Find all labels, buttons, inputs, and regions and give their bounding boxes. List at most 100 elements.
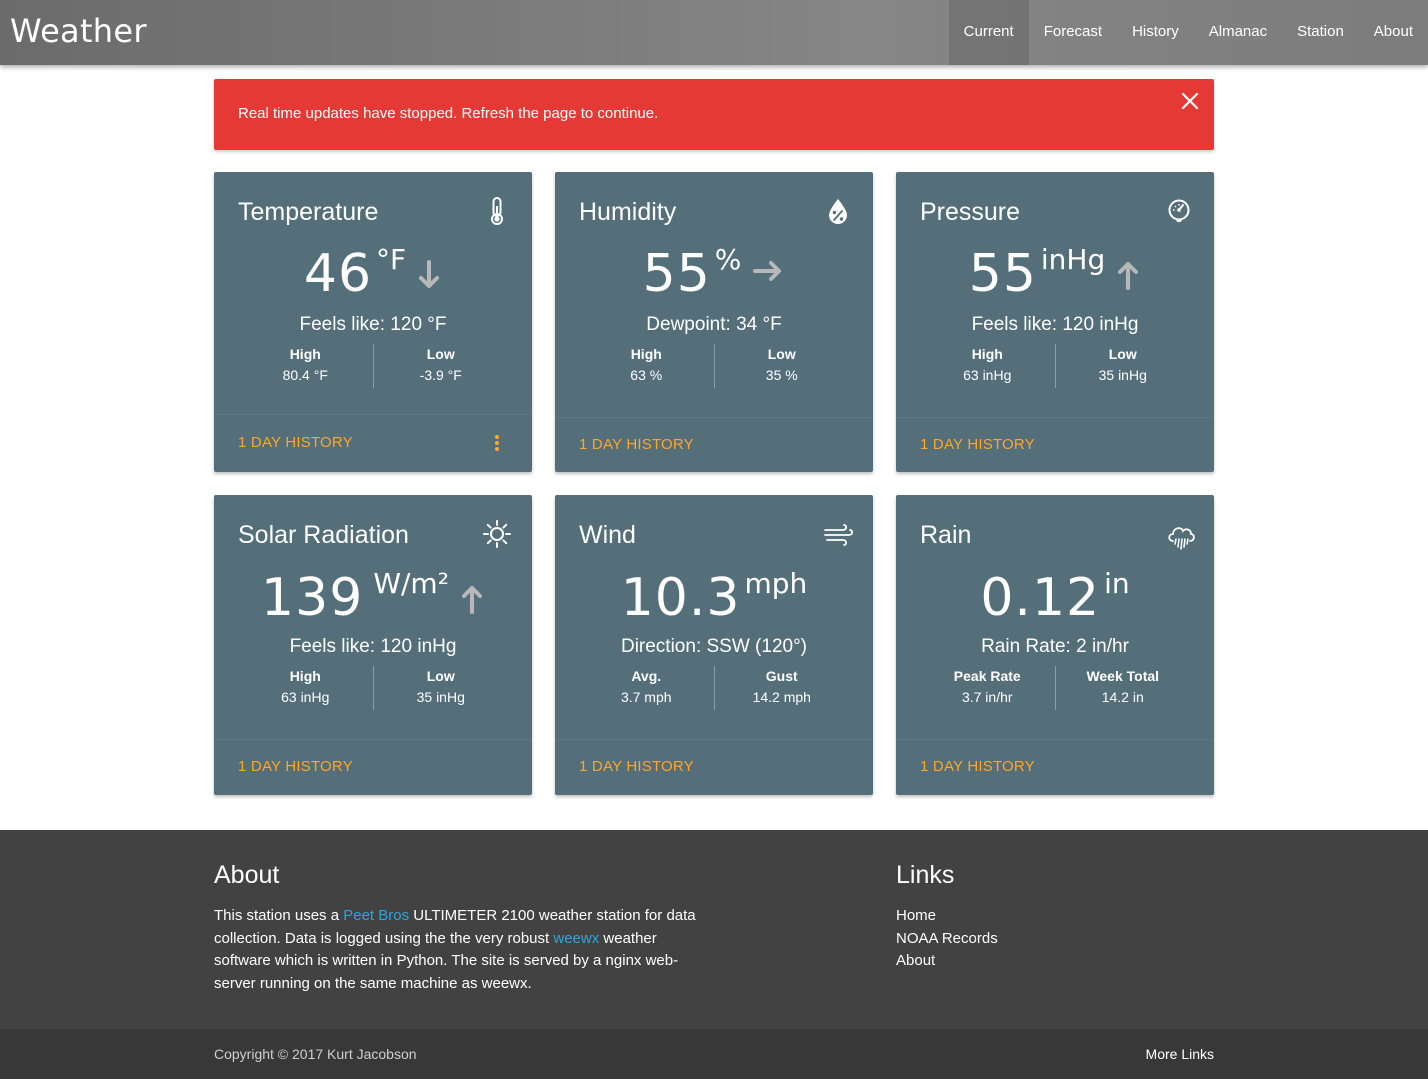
stat-label: High	[289, 668, 321, 684]
stat-week-total: Week Total 14.2 in	[1054, 666, 1191, 710]
solar-radiation-card: Solar Radiation 139 W/m² Feels like: 120…	[214, 495, 532, 795]
reading-value: 139	[261, 568, 364, 628]
reading: 10.3 mph	[555, 566, 873, 630]
card-footer: 1 DAY HISTORY	[555, 417, 873, 472]
card-title: Temperature	[238, 198, 379, 226]
wind-direction: Direction: SSW (120°)	[620, 636, 808, 657]
nav-links: Current Forecast History Almanac Station…	[948, 0, 1428, 65]
arrow-right-icon	[753, 261, 782, 281]
stat-low: Low -3.9 °F	[372, 344, 509, 388]
stat-high: High 80.4 °F	[238, 344, 373, 388]
stat-label: Low	[767, 346, 796, 362]
nav-item-history[interactable]: History	[1117, 0, 1194, 65]
stat-gust: Gust 14.2 mph	[713, 666, 850, 710]
card-footer: 1 DAY HISTORY	[896, 739, 1214, 795]
about-heading: About	[214, 861, 280, 889]
stat-value: 3.7 mph	[620, 689, 672, 705]
page-footer: About This station uses a Peet Bros ULTI…	[0, 830, 1428, 1029]
stat-low: Low 35 inHg	[372, 666, 509, 710]
footer-link-home[interactable]: Home	[896, 905, 998, 928]
gauge-icon	[1168, 199, 1190, 222]
footer-link-noaa-records[interactable]: NOAA Records	[896, 928, 998, 951]
copyright: Copyright © 2017 Kurt Jacobson	[214, 1046, 417, 1062]
stat-value: 80.4 °F	[282, 367, 328, 383]
card-footer: 1 DAY HISTORY	[896, 417, 1214, 472]
stat-value: 35 %	[765, 367, 798, 383]
navbar: Weather Current Forecast History Almanac…	[0, 0, 1428, 65]
stat-high: High 63 inHg	[238, 666, 373, 710]
reading-unit: mph	[744, 567, 808, 600]
nav-item-station[interactable]: Station	[1282, 0, 1359, 65]
footer-link-about[interactable]: About	[896, 950, 998, 973]
stat-value: 14.2 mph	[752, 689, 811, 705]
feels-like: Feels like: 120 inHg	[971, 314, 1139, 335]
stat-value: 63 inHg	[281, 689, 330, 705]
about-text-part: This station uses a	[214, 907, 344, 924]
stat-low: Low 35 inHg	[1054, 344, 1191, 388]
reading-value: 55	[642, 244, 711, 304]
reading: 0.12 in	[896, 566, 1214, 630]
nav-item-almanac[interactable]: Almanac	[1194, 0, 1282, 65]
reading-value: 10.3	[620, 568, 741, 628]
rain-card: Rain 0.12 in Rain Rate: 2 in/hr Peak Rat…	[896, 495, 1214, 795]
thermometer-icon	[491, 197, 503, 225]
history-link[interactable]: 1 DAY HISTORY	[920, 436, 1035, 453]
reading: 46 °F	[214, 242, 532, 306]
stats: High 63 % Low 35 %	[579, 344, 849, 388]
arrow-up-icon	[1118, 262, 1139, 290]
weewx-link[interactable]: weewx	[553, 930, 599, 947]
history-link[interactable]: 1 DAY HISTORY	[238, 434, 353, 451]
reading-unit: in	[1104, 567, 1130, 600]
card-footer: 1 DAY HISTORY	[555, 739, 873, 795]
rain-cloud-icon	[1168, 527, 1195, 550]
stats: High 80.4 °F Low -3.9 °F	[238, 344, 508, 388]
reading: 55 %	[555, 242, 873, 306]
card-title: Solar Radiation	[238, 521, 409, 549]
rain-rate: Rain Rate: 2 in/hr	[981, 636, 1129, 657]
alert-message: Real time updates have stopped. Refresh …	[238, 105, 659, 122]
stat-label: Gust	[765, 668, 798, 684]
stats: Avg. 3.7 mph Gust 14.2 mph	[579, 666, 849, 710]
feels-like: Feels like: 120 inHg	[289, 636, 457, 657]
humidity-card: Humidity 55 % Dewpoint: 34 °F High 63 % …	[555, 172, 873, 472]
reading-value: 0.12	[980, 568, 1101, 628]
nav-item-forecast[interactable]: Forecast	[1029, 0, 1117, 65]
footer-links: Home NOAA Records About	[896, 905, 998, 973]
stat-value: 63 %	[630, 367, 663, 383]
stat-value: 63 inHg	[963, 367, 1012, 383]
stat-label: Week Total	[1086, 668, 1160, 684]
stat-value: 3.7 in/hr	[961, 689, 1013, 705]
card-title: Humidity	[579, 198, 677, 226]
more-links-link[interactable]: More Links	[1146, 1046, 1214, 1062]
stat-value: 14.2 in	[1101, 689, 1144, 705]
reading: 55 inHg	[896, 242, 1214, 306]
history-link[interactable]: 1 DAY HISTORY	[579, 436, 694, 453]
peet-bros-link[interactable]: Peet Bros	[343, 907, 409, 924]
stat-label: Low	[426, 668, 455, 684]
reading-value: 46	[303, 244, 373, 304]
nav-item-about[interactable]: About	[1359, 0, 1428, 65]
stats: High 63 inHg Low 35 inHg	[920, 344, 1190, 388]
reading-value: 55	[968, 244, 1037, 304]
nav-item-current[interactable]: Current	[948, 0, 1029, 65]
temperature-card: Temperature 46 °F Feels like: 120 °F Hig…	[214, 172, 532, 472]
copyright-bar: Copyright © 2017 Kurt Jacobson More Link…	[0, 1029, 1428, 1079]
brand-logo[interactable]: Weather	[10, 12, 147, 50]
stats: Peak Rate 3.7 in/hr Week Total 14.2 in	[920, 666, 1190, 710]
history-link[interactable]: 1 DAY HISTORY	[238, 758, 353, 775]
stat-value: -3.9 °F	[419, 367, 462, 383]
history-link[interactable]: 1 DAY HISTORY	[920, 758, 1035, 775]
about-text: This station uses a Peet Bros ULTIMETER …	[214, 905, 704, 995]
stat-peak-rate: Peak Rate 3.7 in/hr	[920, 666, 1055, 710]
history-link[interactable]: 1 DAY HISTORY	[579, 758, 694, 775]
more-vert-icon[interactable]	[492, 435, 502, 455]
stat-label: Low	[426, 346, 455, 362]
card-footer: 1 DAY HISTORY	[214, 739, 532, 795]
card-title: Rain	[920, 521, 972, 549]
stat-low: Low 35 %	[713, 344, 850, 388]
pressure-card: Pressure 55 inHg Feels like: 120 inHg Hi…	[896, 172, 1214, 472]
stat-avg: Avg. 3.7 mph	[579, 666, 714, 710]
stat-high: High 63 inHg	[920, 344, 1055, 388]
stat-label: High	[630, 346, 662, 362]
close-icon[interactable]	[1180, 91, 1200, 111]
